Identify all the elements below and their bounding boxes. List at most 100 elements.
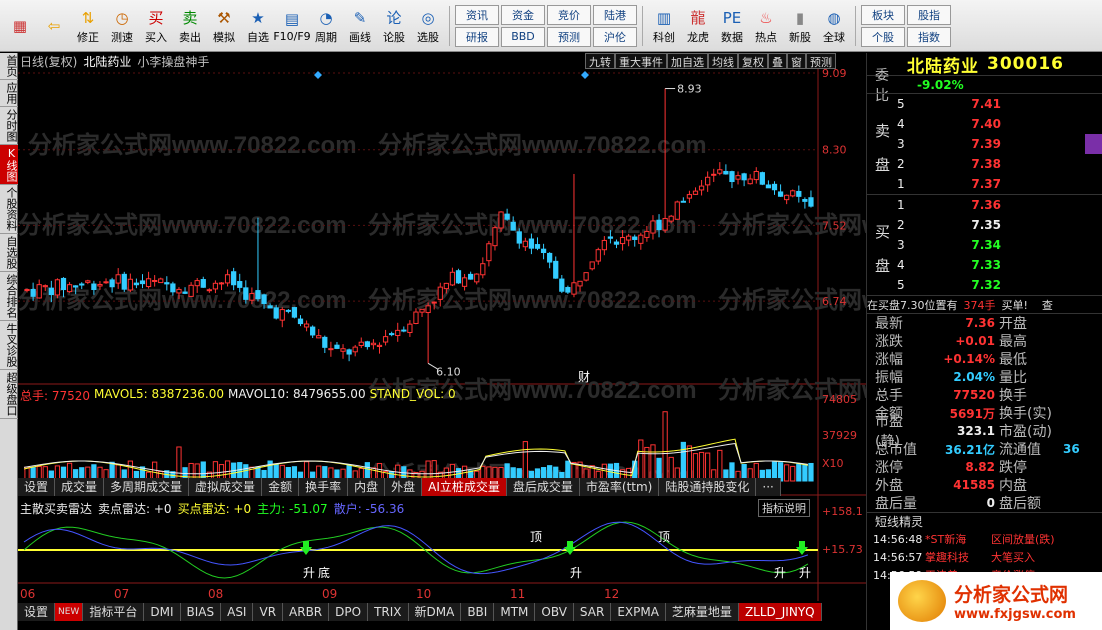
indicator-tab[interactable]: EXPMA [611,603,666,621]
toolbar-grid-button[interactable]: 竞价 [547,4,591,25]
toolbar-button-clock[interactable]: ◷ 测速 [106,3,138,49]
volume-tab[interactable]: 内盘 [348,478,386,496]
toolbar-separator [855,5,856,46]
candle-body [303,323,310,328]
candle-body [279,309,285,321]
toolbar-button-discuss[interactable]: 论论股 [378,3,410,49]
volume-tab[interactable]: 多周期成交量 [104,478,190,496]
toolbar-button-star[interactable]: ★ 自选 [242,3,274,49]
wizard-row[interactable]: 14:56:48 *ST新海 区间放量(跌) [867,530,1102,548]
indicator-tab[interactable]: 新DMA [408,603,462,621]
indicator-help-button[interactable]: 指标说明 [758,499,810,517]
toolbar-grid-button[interactable]: 股指 [907,4,951,25]
stat-right-label: 流通值 [999,442,1041,458]
leftnav-item[interactable]: 应用 [0,80,18,107]
toolbar-grid-button[interactable]: 沪伦 [593,26,637,47]
indicator-tab[interactable]: 设置 [18,603,56,621]
candle-body [437,286,443,300]
toolbar-button-ipo[interactable]: ▮ 新股 [784,3,816,49]
candle-body [644,230,650,238]
volume-tab[interactable]: 金额 [262,478,300,496]
toolbar-grid-column: 资讯 研报 [455,4,499,47]
toolbar-button-hammer[interactable]: ⚒ 模拟 [208,3,240,49]
toolbar-button-dragon-tiger[interactable]: 龍龙虎 [682,3,714,49]
price-tick-label: 9.09 [822,67,847,80]
wizard-row[interactable]: 14:56:57 掌趣科技 大笔买入 [867,548,1102,566]
indicator-signal-label: 顶 [530,530,542,544]
indicator-tab[interactable]: BIAS [180,603,222,621]
toolbar-grid-button[interactable]: 板块 [861,4,905,25]
candle-body [419,308,425,313]
indicator-tab[interactable]: NEW [55,603,84,621]
toolbar-button-sci-board[interactable]: ▥ 科创 [648,3,680,49]
stat-row: 总市值 36.21亿 流通值 36 [867,440,1102,458]
toolbar-button-grid[interactable]: ▦ [4,3,36,49]
toolbar-button-clock-cycle[interactable]: ◔ 周期 [310,3,342,49]
indicator-tab[interactable]: ASI [221,603,254,621]
toolbar-button-fire[interactable]: ♨ 热点 [750,3,782,49]
toolbar-button-buy[interactable]: 买买入 [140,3,172,49]
leftnav-item[interactable]: 分时图 [0,107,18,145]
volume-tab[interactable]: 盘后成交量 [506,478,580,496]
indicator-tab[interactable]: DPO [329,603,369,621]
indicator-tab[interactable]: BBI [461,603,495,621]
leftnav-item[interactable]: 牛叉诊股 [0,321,18,370]
indicator-tab[interactable]: DMI [144,603,181,621]
indicator-tab[interactable]: OBV [535,603,574,621]
star-icon: ★ [251,8,265,27]
toolbar-button-pe[interactable]: PE 数据 [716,3,748,49]
toolbar-grid-column: 陆港 沪伦 [593,4,637,47]
candle-body [705,176,711,186]
volume-tab[interactable]: AI立桩成交量 [422,478,507,496]
toolbar-grid-button[interactable]: BBD [501,26,545,47]
volume-tab[interactable]: ··· [756,478,781,496]
candle-body [753,170,759,181]
toolbar-button-back-arrow[interactable]: ⇦ [38,3,70,49]
volume-bar [638,439,644,482]
toolbar-grid-button[interactable]: 陆港 [593,4,637,25]
toolbar-grid-button[interactable]: 个股 [861,26,905,47]
volume-tab[interactable]: 换手率 [299,478,349,496]
leftnav-item[interactable]: 超级盘口 [0,370,18,419]
toolbar-button-pencil[interactable]: ✎ 画线 [344,3,376,49]
leftnav-item[interactable]: 首页 [0,53,18,80]
indicator-tab[interactable]: 芝麻量地量 [665,603,739,621]
toolbar-button-select-stock[interactable]: ◎ 选股 [412,3,444,49]
volume-tab[interactable]: 虚拟成交量 [189,478,263,496]
indicator-tab[interactable]: ARBR [283,603,330,621]
indicator-signal-label: 升 [799,566,811,580]
toolbar-grid-button[interactable]: 资金 [501,4,545,25]
toolbar-grid-button[interactable]: 指数 [907,26,951,47]
leftnav-item[interactable]: K线图 [0,145,18,185]
toolbar-grid-button[interactable]: 预测 [547,26,591,47]
candle-body [370,342,377,346]
leftnav-item[interactable]: 综合排名 [0,272,18,321]
toolbar-button-sell[interactable]: 卖卖出 [174,3,206,49]
volume-tab[interactable]: 陆股通持股变化 [659,478,757,496]
volume-tab[interactable]: 成交量 [55,478,105,496]
leftnav-item[interactable]: 自选股 [0,234,18,272]
indicator-tab[interactable]: TRIX [368,603,409,621]
volume-tab[interactable]: 市盈率(ttm) [579,478,660,496]
indicator-tab[interactable]: SAR [573,603,612,621]
candle-body [735,175,741,180]
toolbar-grid-button[interactable]: 研报 [455,26,499,47]
candle-body [522,240,528,248]
volume-tab[interactable]: 外盘 [385,478,423,496]
indicator-signal-label: 顶 [658,530,670,544]
volume-bar [650,444,656,482]
candle-body [316,335,322,339]
toolbar-button-globe[interactable]: ◍ 全球 [818,3,850,49]
toolbar-grid-button[interactable]: 资讯 [455,4,499,25]
stat-label: 振幅 [875,370,903,386]
toolbar-button-table[interactable]: ▤ F10/F9 [273,3,310,49]
volume-tab[interactable]: 设置 [18,478,56,496]
stat-label: 总市值 [875,442,917,458]
discuss-icon: 论 [386,9,402,27]
leftnav-item[interactable]: 个股资料 [0,185,18,234]
indicator-tab[interactable]: MTM [494,603,536,621]
indicator-tab[interactable]: VR [253,603,284,621]
indicator-tab[interactable]: 指标平台 [83,603,145,621]
toolbar-button-up-down[interactable]: ⇅ 修正 [72,3,104,49]
indicator-tab[interactable]: ZLLD_JINYQ [738,603,822,621]
